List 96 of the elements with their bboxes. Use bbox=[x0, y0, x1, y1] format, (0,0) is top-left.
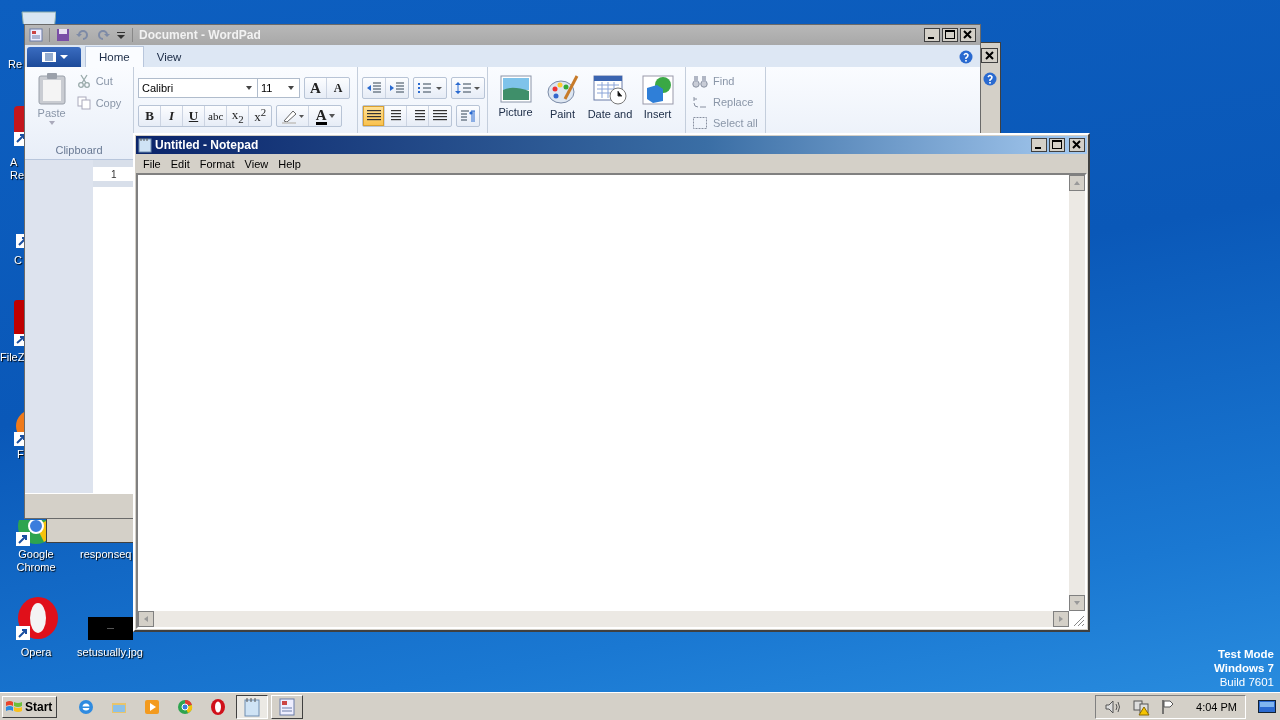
help-icon[interactable] bbox=[983, 72, 997, 86]
icon-label: A bbox=[10, 156, 19, 169]
maximize-icon[interactable] bbox=[1049, 138, 1065, 152]
chrome-icon[interactable] bbox=[176, 697, 195, 716]
highlighter-icon bbox=[280, 108, 305, 124]
window-title: Untitled - Notepad bbox=[155, 138, 259, 152]
font-color-button[interactable]: A bbox=[309, 106, 342, 126]
icon-label: Google bbox=[18, 548, 54, 561]
copy-icon bbox=[76, 96, 91, 110]
network-warning-icon[interactable] bbox=[1132, 697, 1151, 716]
icon-label: responseq bbox=[80, 548, 132, 561]
maximize-icon[interactable] bbox=[942, 28, 958, 42]
grow-font-button[interactable]: A bbox=[305, 78, 327, 98]
system-watermark-text: Build 7601 bbox=[1219, 675, 1274, 689]
notepad-icon bbox=[138, 137, 152, 153]
opera-icon[interactable] bbox=[209, 697, 228, 716]
system-watermark-text: Windows 7 bbox=[1214, 661, 1274, 675]
document-icon bbox=[278, 696, 297, 717]
windows-logo-icon bbox=[5, 698, 23, 715]
menu-item[interactable]: File bbox=[138, 155, 166, 172]
format-button[interactable]: I bbox=[161, 106, 183, 126]
caret-icon bbox=[246, 86, 252, 90]
paragraph-icon bbox=[460, 109, 476, 123]
notepad-icon bbox=[243, 696, 262, 717]
caret-icon bbox=[328, 114, 335, 118]
align-icon bbox=[433, 110, 447, 122]
insert-button[interactable]: Insert bbox=[634, 73, 681, 122]
align-button[interactable] bbox=[363, 106, 385, 126]
palette-icon bbox=[546, 75, 579, 105]
bullet-list-icon bbox=[417, 81, 443, 95]
speaker-icon[interactable] bbox=[1104, 698, 1123, 715]
browser-e-icon[interactable] bbox=[77, 697, 96, 716]
format-button[interactable]: B bbox=[139, 106, 161, 126]
format-button[interactable]: x$_{2}$ bbox=[227, 106, 250, 126]
align-icon bbox=[388, 110, 403, 122]
icon-label: setusually.jpg bbox=[77, 646, 143, 659]
insert-button[interactable]: Date and bbox=[586, 73, 634, 122]
horizontal-scrollbar[interactable] bbox=[138, 611, 1069, 627]
caret-icon bbox=[48, 121, 55, 125]
minimize-icon[interactable] bbox=[1031, 138, 1047, 152]
save-icon[interactable] bbox=[56, 28, 70, 42]
scroll-right-icon[interactable] bbox=[1053, 611, 1069, 627]
shortcut-icon[interactable] bbox=[14, 596, 60, 642]
help-icon[interactable] bbox=[959, 50, 973, 64]
insert-button[interactable]: Paint bbox=[539, 73, 586, 122]
shrink-font-button[interactable]: A bbox=[327, 78, 349, 98]
ruler-number: 1 bbox=[111, 168, 117, 180]
align-icon bbox=[366, 110, 381, 122]
menu-item[interactable]: Format bbox=[194, 155, 240, 172]
close-icon[interactable] bbox=[981, 48, 998, 63]
scroll-up-icon[interactable] bbox=[1069, 175, 1085, 191]
ribbon-tab[interactable]: View bbox=[143, 46, 195, 67]
format-button[interactable]: U bbox=[183, 106, 205, 126]
close-icon[interactable] bbox=[1069, 138, 1085, 152]
window-title: Document - WordPad bbox=[139, 28, 261, 42]
clipboard-icon bbox=[36, 73, 67, 105]
format-button[interactable]: x$^{2}$ bbox=[249, 106, 272, 126]
ribbon-tab[interactable]: Home bbox=[85, 46, 144, 67]
replace-icon bbox=[692, 95, 708, 109]
scroll-down-icon[interactable] bbox=[1069, 595, 1085, 611]
format-button[interactable]: abc bbox=[205, 106, 228, 126]
clock[interactable]: 4:04 PM bbox=[1196, 700, 1237, 713]
font-family-field[interactable]: Calibri bbox=[138, 78, 258, 98]
landscape-picture-icon bbox=[499, 75, 532, 103]
app-menu-button[interactable] bbox=[27, 47, 81, 67]
font-size-field[interactable]: 11 bbox=[257, 78, 300, 98]
group-label: Clipboard bbox=[55, 144, 103, 156]
calendar-clock-icon bbox=[593, 75, 627, 105]
scroll-left-icon[interactable] bbox=[138, 611, 154, 627]
icon-label: Chrome bbox=[16, 561, 56, 574]
binoculars-icon bbox=[692, 74, 708, 88]
close-icon[interactable] bbox=[960, 28, 976, 42]
document-icon[interactable] bbox=[29, 28, 43, 42]
caret-icon bbox=[288, 86, 294, 90]
line-spacing-icon bbox=[455, 81, 481, 95]
scissors-icon bbox=[76, 74, 91, 88]
indent-icon bbox=[389, 81, 405, 95]
vertical-scrollbar[interactable] bbox=[1069, 175, 1085, 611]
select-all-icon bbox=[692, 116, 708, 130]
icon-label: Opera bbox=[20, 646, 52, 659]
icon-label: Re bbox=[8, 58, 23, 71]
taskbar-button[interactable] bbox=[236, 694, 269, 719]
insert-button[interactable]: Picture bbox=[492, 73, 539, 120]
icon-label: FileZ bbox=[0, 351, 25, 364]
menu-item[interactable]: View bbox=[239, 155, 274, 172]
icon-label: Re bbox=[10, 169, 25, 182]
start-button[interactable]: Start bbox=[2, 695, 58, 718]
minimize-icon[interactable] bbox=[924, 28, 940, 42]
icon-label: F bbox=[17, 448, 24, 461]
customize-caret-icon[interactable] bbox=[116, 30, 126, 40]
indent-icon bbox=[366, 81, 382, 95]
monitor-icon[interactable] bbox=[1258, 699, 1276, 714]
menu-item[interactable]: Edit bbox=[165, 155, 195, 172]
system-watermark-text: Test Mode bbox=[1218, 647, 1274, 661]
icon-label: C bbox=[14, 254, 22, 267]
menu-item[interactable]: Help bbox=[273, 155, 306, 172]
